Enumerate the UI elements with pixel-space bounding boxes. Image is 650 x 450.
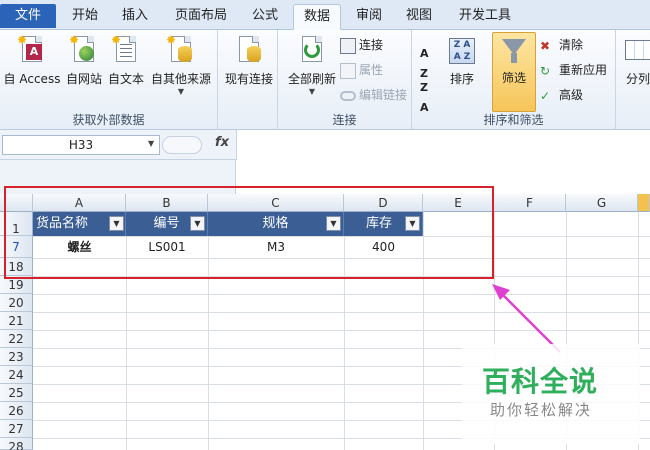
group-existing-connections: 现有连接: [218, 30, 278, 130]
tab-developer[interactable]: 开发工具: [452, 4, 518, 30]
tab-data[interactable]: 数据: [293, 4, 341, 30]
refresh-all-button[interactable]: 全部刷新 ▼: [284, 34, 340, 96]
tab-insert[interactable]: 插入: [112, 4, 158, 30]
group-get-external-data: A ✸ 自 Access ✸ 自网站 ✸ 自文本 ✸ 自其他来源 ▼ 获取外部数…: [0, 30, 218, 130]
database-icon: ✸: [166, 34, 196, 68]
tab-home[interactable]: 开始: [62, 4, 108, 30]
sort-ascending-button[interactable]: AZ: [420, 44, 429, 80]
text-to-columns-button[interactable]: 分列: [620, 34, 650, 87]
connections-icon: [340, 37, 356, 54]
tab-review[interactable]: 审阅: [346, 4, 392, 30]
reapply-button[interactable]: ↻ 重新应用: [540, 60, 607, 80]
group-label-get-external-data: 获取外部数据: [72, 113, 145, 127]
text-file-icon: ✸: [111, 34, 141, 68]
sort-za-icon: ZA: [420, 81, 429, 114]
tab-formulas[interactable]: 公式: [242, 4, 288, 30]
row-header-25[interactable]: 25: [0, 384, 33, 402]
row-header-28[interactable]: 28: [0, 438, 33, 450]
column-header-h[interactable]: [638, 194, 650, 212]
from-text-button[interactable]: ✸ 自文本: [106, 34, 146, 87]
chevron-down-icon[interactable]: ▼: [148, 139, 154, 148]
filter-button[interactable]: 筛选: [492, 32, 536, 112]
edit-links-button[interactable]: 编辑链接: [340, 85, 407, 105]
row-header-27[interactable]: 27: [0, 420, 33, 438]
column-header-f[interactable]: F: [494, 194, 566, 212]
sort-button[interactable]: Z AA Z 排序: [444, 34, 480, 87]
tab-file[interactable]: 文件: [0, 4, 56, 28]
existing-connections-button[interactable]: 现有连接: [222, 34, 276, 87]
column-header-g[interactable]: G: [566, 194, 638, 212]
formula-bar: H33 ▼ fx: [0, 130, 650, 160]
row-header-26[interactable]: 26: [0, 402, 33, 420]
row-header-23[interactable]: 23: [0, 348, 33, 366]
sort-az-icon: AZ: [420, 47, 429, 80]
row-header-20[interactable]: 20: [0, 294, 33, 312]
chevron-down-icon: ▼: [177, 87, 185, 96]
watermark-logo: 百科全说 助你轻松解决: [462, 344, 640, 444]
access-icon: A ✸: [17, 34, 47, 68]
formula-bar-resize-handle[interactable]: [162, 136, 202, 154]
row-header-22[interactable]: 22: [0, 330, 33, 348]
from-other-sources-button[interactable]: ✸ 自其他来源 ▼: [148, 34, 214, 96]
refresh-icon: [297, 34, 327, 68]
clear-filter-icon: ✖: [540, 38, 551, 53]
existing-connections-icon: [234, 34, 264, 68]
properties-icon: [340, 62, 356, 79]
watermark-title: 百科全说: [482, 365, 599, 398]
text-to-columns-icon: [623, 34, 650, 68]
row-header-21[interactable]: 21: [0, 312, 33, 330]
insert-function-icon[interactable]: fx: [215, 135, 229, 150]
properties-button[interactable]: 属性: [340, 60, 383, 80]
from-web-button[interactable]: ✸ 自网站: [64, 34, 104, 87]
ribbon-tab-bar: 文件 开始 插入 页面布局 公式 数据 审阅 视图 开发工具: [0, 0, 650, 30]
group-label-connections: 连接: [332, 113, 357, 127]
from-access-button[interactable]: A ✸ 自 Access: [2, 34, 62, 87]
reapply-icon: ↻: [540, 63, 551, 78]
group-connections: 全部刷新 ▼ 连接 属性 编辑链接 连接: [278, 30, 412, 130]
watermark-subtitle: 助你轻松解决: [490, 401, 593, 419]
web-globe-icon: ✸: [69, 34, 99, 68]
name-box[interactable]: H33: [2, 135, 160, 155]
row-header-24[interactable]: 24: [0, 366, 33, 384]
advanced-filter-icon: ✓: [540, 88, 551, 103]
link-icon: [340, 90, 356, 101]
formula-input[interactable]: [237, 130, 650, 160]
sort-icon: Z AA Z: [447, 34, 477, 68]
clear-filter-button[interactable]: ✖ 清除: [540, 35, 583, 55]
sort-descending-button[interactable]: ZA: [420, 78, 429, 114]
connections-button[interactable]: 连接: [340, 35, 383, 55]
advanced-filter-button[interactable]: ✓ 高级: [540, 85, 583, 105]
tab-page-layout[interactable]: 页面布局: [166, 4, 236, 30]
group-sort-filter: AZ ZA Z AA Z 排序 筛选 ✖ 清除 ↻ 重新应用 ✓ 高级 排序和筛选: [412, 30, 616, 130]
highlight-box: [4, 186, 494, 279]
group-label-sort-filter: 排序和筛选: [483, 113, 544, 127]
ribbon: A ✸ 自 Access ✸ 自网站 ✸ 自文本 ✸ 自其他来源 ▼ 获取外部数…: [0, 30, 650, 130]
filter-funnel-icon: [499, 33, 529, 67]
chevron-down-icon: ▼: [308, 87, 316, 96]
tab-view[interactable]: 视图: [396, 4, 442, 30]
